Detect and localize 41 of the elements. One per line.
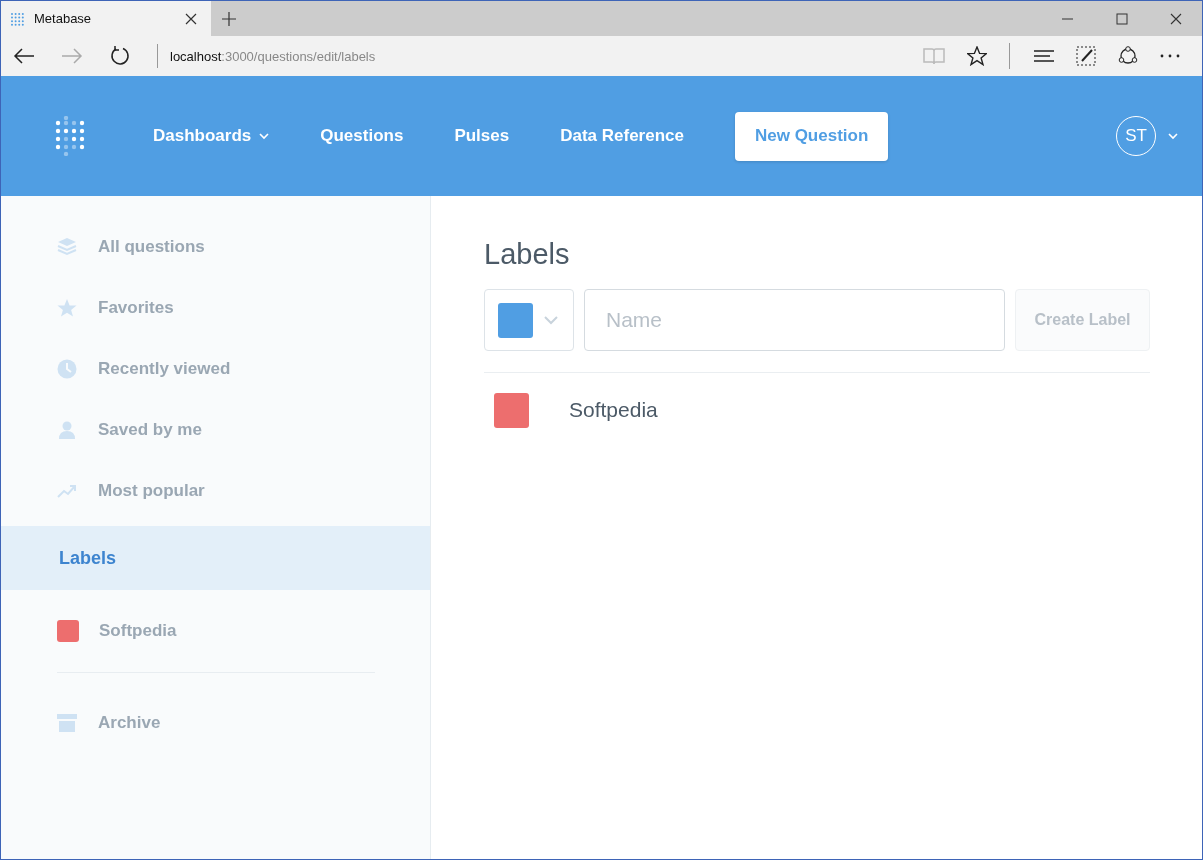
sidebar-item[interactable]: Softpedia xyxy=(1,590,430,672)
star-icon[interactable] xyxy=(967,46,987,66)
person-icon xyxy=(57,419,77,440)
chevron-icon xyxy=(544,315,558,325)
close-icon[interactable] xyxy=(1170,12,1182,25)
stack-icon xyxy=(57,236,77,257)
close-icon[interactable] xyxy=(185,12,197,25)
maximize-icon[interactable] xyxy=(1116,12,1128,25)
back-icon[interactable] xyxy=(13,47,35,65)
tab-title: Metabase xyxy=(34,11,93,26)
caret-icon xyxy=(259,132,270,140)
nav-link[interactable]: Pulses xyxy=(454,126,510,146)
sidebar-item[interactable]: Archive xyxy=(1,673,430,773)
nav-link[interactable]: Data Reference xyxy=(560,126,684,146)
more-icon[interactable] xyxy=(1160,54,1180,58)
note-icon[interactable] xyxy=(1076,46,1096,66)
logo-icon[interactable] xyxy=(55,116,87,156)
plus-icon[interactable] xyxy=(222,11,236,26)
sidebar-item[interactable]: Saved by me xyxy=(1,399,430,460)
refresh-icon[interactable] xyxy=(109,45,131,67)
clock-icon xyxy=(57,358,77,379)
page-title: Labels xyxy=(484,238,571,271)
sidebar-item[interactable]: Recently viewed xyxy=(1,338,430,399)
sidebar-section[interactable]: Labels xyxy=(1,526,430,590)
logo-icon xyxy=(10,11,24,26)
star-icon xyxy=(57,297,77,318)
name-field[interactable]: Name xyxy=(584,289,1005,351)
color-picker[interactable] xyxy=(484,289,574,351)
browser-tab[interactable]: Metabase xyxy=(1,1,211,36)
sidebar-item[interactable]: Favorites xyxy=(1,277,430,338)
sidebar-item[interactable]: All questions xyxy=(1,216,430,277)
sidebar-item[interactable]: Most popular xyxy=(1,460,430,521)
nav-link[interactable]: Dashboards xyxy=(153,126,270,146)
menu-icon[interactable] xyxy=(1034,49,1054,63)
archive-icon xyxy=(57,713,77,733)
new-question-button[interactable]: New Question xyxy=(734,111,889,161)
label-name: Softpedia xyxy=(569,398,658,422)
share-icon[interactable] xyxy=(1118,46,1138,66)
section-title: Labels xyxy=(59,547,117,569)
nav-link[interactable]: Questions xyxy=(320,126,404,146)
caret-icon[interactable] xyxy=(1168,132,1178,140)
